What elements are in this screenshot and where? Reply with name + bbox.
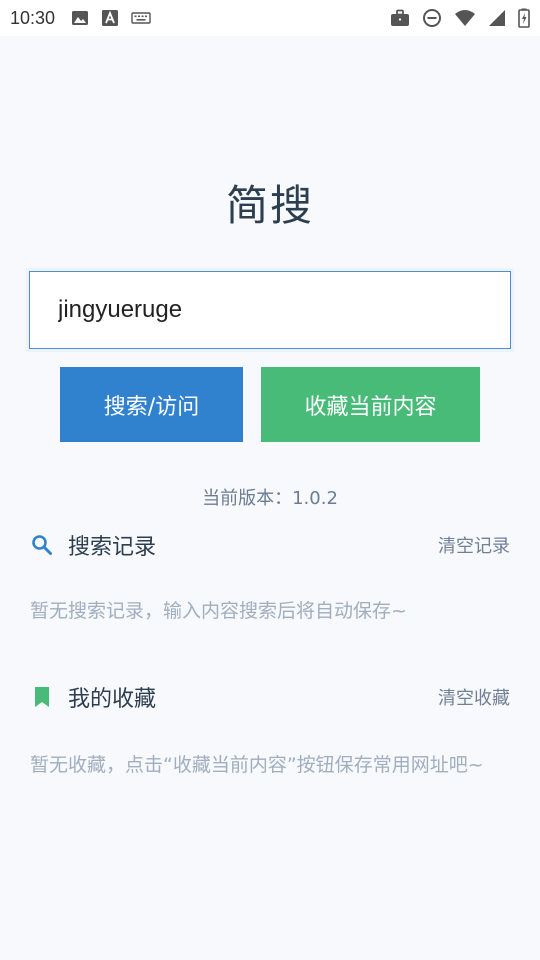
favorites-title-group: 我的收藏 <box>30 681 156 713</box>
search-visit-button[interactable]: 搜索/访问 <box>60 367 243 442</box>
search-input-wrapper <box>26 268 514 352</box>
battery-charging-icon <box>518 8 530 28</box>
keyboard-icon <box>131 11 151 25</box>
status-left: 10:30 <box>10 8 151 29</box>
history-empty-text: 暂无搜索记录，输入内容搜索后将自动保存~ <box>30 600 407 622</box>
clear-favorites-button[interactable]: 清空收藏 <box>438 684 510 710</box>
history-title-group: 搜索记录 <box>30 529 156 561</box>
app-title: 简搜 <box>225 181 314 230</box>
image-icon <box>71 9 89 27</box>
favorites-section-header: 我的收藏 清空收藏 <box>30 679 510 715</box>
favorites-empty-text: 暂无收藏，点击“收藏当前内容”按钮保存常用网址吧~ <box>30 754 484 776</box>
status-bar: 10:30 <box>0 0 540 36</box>
search-input[interactable] <box>29 271 511 349</box>
search-icon <box>30 533 54 557</box>
font-a-icon <box>101 9 119 27</box>
favorite-current-button[interactable]: 收藏当前内容 <box>261 367 480 442</box>
history-section-header: 搜索记录 清空记录 <box>30 527 510 563</box>
status-right <box>390 8 530 28</box>
clear-history-button[interactable]: 清空记录 <box>438 532 510 558</box>
do-not-disturb-icon <box>422 8 442 28</box>
briefcase-icon <box>390 9 410 27</box>
favorites-title: 我的收藏 <box>68 687 157 712</box>
status-time: 10:30 <box>10 7 56 28</box>
wifi-icon <box>454 9 476 27</box>
cell-signal-icon <box>488 9 506 27</box>
bookmark-icon <box>30 685 54 709</box>
version-text: 当前版本：1.0.2 <box>202 488 338 509</box>
history-title: 搜索记录 <box>68 535 157 560</box>
